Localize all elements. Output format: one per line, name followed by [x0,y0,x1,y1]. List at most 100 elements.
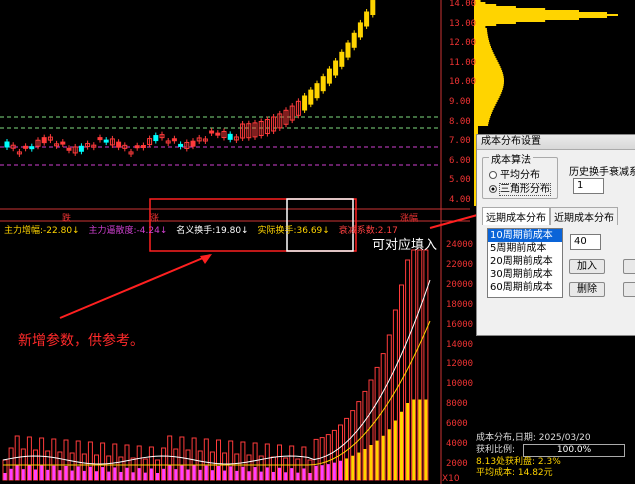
profile-bar [474,20,546,22]
profile-bar [474,80,504,82]
volume-fill [284,472,288,480]
volume-fill [339,460,342,480]
volume-fill [223,470,227,480]
period-input[interactable]: 40 [570,234,601,250]
period-listbox[interactable]: 10周期前成本 5周期前成本 20周期前成本 30周期前成本 60周期前成本 [487,228,563,298]
candle-body [302,95,308,111]
candlestick-series [4,0,376,157]
radio-average[interactable]: 平均分布 [489,166,540,181]
volume-fill [143,472,147,480]
volume-fill [113,467,117,480]
profile-bar [474,120,490,122]
candle-body [314,83,320,99]
volume-fill [363,448,367,480]
profile-bar [474,32,488,34]
volume-fill [393,420,397,480]
price-tick-label: 4.00 [449,195,471,205]
profile-bar [474,48,492,50]
profile-bar [474,42,490,44]
volume-fill [412,399,416,480]
price-tick-label: 5.00 [449,175,471,186]
volume-fill [406,403,410,480]
profile-bar [474,114,491,116]
candle-body [308,89,314,105]
side-button[interactable] [623,259,635,274]
candle-body [103,139,109,143]
volume-fill [119,471,123,480]
volume-tick-label: 14000 [446,339,474,350]
side-button[interactable] [623,282,635,297]
list-item[interactable]: 60周期前成本 [488,281,562,294]
profile-bar [474,64,500,66]
candle-body [227,133,233,140]
volume-fill [290,468,294,480]
volume-fill [302,468,306,480]
decay-input[interactable]: 1 [573,178,604,194]
volume-fill [265,467,269,480]
profile-bar [474,46,491,48]
volume-tick-label: 2000 [446,458,468,469]
candle-body [66,147,72,151]
volume-fill [424,399,428,480]
volume-fill [58,470,62,480]
profile-bar [474,36,489,38]
indicator-b-label: 主力逼散度: [88,226,137,236]
profile-bar [474,70,503,72]
candle-body [60,141,66,145]
list-item[interactable]: 5周期前成本 [488,242,562,255]
indicator-b-value: -4.24↓ [136,226,168,236]
list-item[interactable]: 10周期前成本 [488,229,562,242]
volume-fill [204,465,208,480]
volume-fill [95,471,98,480]
profile-bar [474,104,496,106]
profile-bar [474,96,500,98]
list-item[interactable]: 30周期前成本 [488,268,562,281]
candle-body [370,0,376,16]
volume-fill [253,467,257,480]
volume-fill [314,465,318,480]
volume-fill [332,462,336,480]
radio-triangle-icon [489,185,497,193]
price-tick-label: 11.00 [449,57,477,68]
radio-triangle[interactable]: 三角形分布 [489,180,551,196]
volume-fill [162,468,166,480]
profile-bar [474,102,497,104]
volume-fill [46,469,50,480]
delete-button[interactable]: 删除 [569,282,605,297]
volume-fill [247,471,251,480]
profile-bar [474,8,546,10]
tab-near-cost[interactable]: 近期成本分布 [550,207,618,225]
volume-fill [15,464,19,480]
profile-bar [474,10,579,12]
volume-unit: X10 [442,474,460,484]
info-avg-cost: 平均成本: 14.82元 [476,468,553,478]
volume-fill [34,469,37,480]
candle-body [190,140,196,147]
volume-fill [186,469,190,480]
cost-distribution-settings-dialog[interactable]: 成本分布设置 成本算法 平均分布 三角形分布 历史换手衰减系数 1 远期成本分布… [476,134,635,336]
volume-tick-label: 20000 [446,279,474,290]
candle-body [364,11,370,27]
profile-bar [474,124,489,126]
profile-bar [474,16,608,18]
add-button[interactable]: 加入 [569,259,605,274]
volume-fill [229,466,233,480]
tab-far-cost[interactable]: 远期成本分布 [482,207,550,225]
volume-fill [351,455,355,480]
indicator-d-label: 实际换手: [257,226,297,236]
volume-fill [192,465,196,480]
volume-fill [82,470,86,480]
volume-fill [70,470,74,480]
volume-fill [387,429,391,480]
volume-fill [217,466,220,480]
volume-fill [9,468,13,480]
volume-fill [40,465,44,480]
volume-fill [400,411,403,480]
dialog-title[interactable]: 成本分布设置 [477,135,635,150]
profile-bar [474,94,501,96]
volume-fill [259,471,263,480]
profile-bar [474,90,503,92]
volume-fill [174,469,178,480]
list-item[interactable]: 20周期前成本 [488,255,562,268]
candle-body [357,22,363,38]
